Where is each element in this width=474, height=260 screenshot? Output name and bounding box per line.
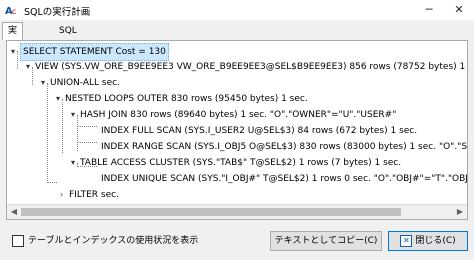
tree-connector [62,99,63,153]
collapse-icon[interactable]: ▾ [71,155,80,171]
tree-node[interactable]: ▾ TABLE ACCESS CLUSTER (SYS."TAB$" T@SEL$… [71,155,401,171]
collapse-icon[interactable]: ▾ [56,91,65,107]
collapse-icon[interactable]: ▾ [26,59,35,75]
tree-node[interactable]: ▾ SELECT STATEMENT Cost = 130 [11,43,169,61]
tree-node[interactable]: › FILTER sec. [60,187,119,203]
tree-connector [77,142,97,143]
tab-sql[interactable]: SQL [54,24,82,38]
tree-node[interactable]: ▾ UNION-ALL sec. [41,75,120,91]
window-title: SQLの実行計画 [24,7,91,18]
copy-as-text-button[interactable]: テキストとしてコピー(C) [270,231,382,251]
show-usage-option[interactable]: テーブルとインデックスの使用状況を表示 [12,234,198,248]
minimize-button[interactable]: ─ [414,0,444,20]
execution-plan-tree[interactable]: ▾ SELECT STATEMENT Cost = 130 ▾ VIEW (SYS.… [6,40,468,220]
close-button[interactable]: ✕ 閉じる(C) [388,231,468,251]
show-usage-label: テーブルとインデックスの使用状況を表示 [28,236,199,246]
tree-node[interactable]: ▾ HASH JOIN 830 rows (89640 bytes) 1 sec.… [71,107,396,123]
collapse-icon[interactable]: ▾ [71,107,80,123]
horizontal-scrollbar[interactable]: ◀ ▶ [7,204,467,219]
title-bar: A c SQLの実行計画 ─ ✕ [0,0,474,20]
tree-node[interactable]: INDEX UNIQUE SCAN (SYS."I_OBJ#" T@SEL$2)… [101,171,467,187]
svg-text:c: c [12,7,16,16]
tree-node[interactable]: INDEX RANGE SCAN (SYS.I_OBJ5 O@SEL$3) 83… [101,139,467,155]
close-window-button[interactable]: ✕ [444,0,474,20]
scroll-left-icon[interactable]: ◀ [8,206,20,218]
tree-connector [47,83,48,183]
close-icon: ✕ [400,234,413,247]
tree-node[interactable]: INDEX FULL SCAN (SYS.I_USER2 U@SEL$3) 84… [101,123,417,139]
app-icon: A c [5,6,16,16]
tree-connector [77,126,97,127]
scrollbar-thumb[interactable] [21,208,401,216]
collapse-icon[interactable]: ▾ [11,44,20,60]
expand-icon[interactable]: › [60,187,69,203]
show-usage-checkbox[interactable] [12,234,24,247]
close-button-label: 閉じる(C) [415,236,456,246]
collapse-icon[interactable]: ▾ [41,75,50,91]
tree-connector [47,182,57,183]
tree-node[interactable]: ▾ VIEW (SYS.VW_ORE_B9EE9EE3 VW_ORE_B9EE9E… [26,59,467,75]
tree-node[interactable]: ▾ NESTED LOOPS OUTER 830 rows (95450 byte… [56,91,308,107]
tab-execution-plan[interactable]: 実行計画 [2,22,24,84]
scroll-right-icon[interactable]: ▶ [454,206,466,218]
